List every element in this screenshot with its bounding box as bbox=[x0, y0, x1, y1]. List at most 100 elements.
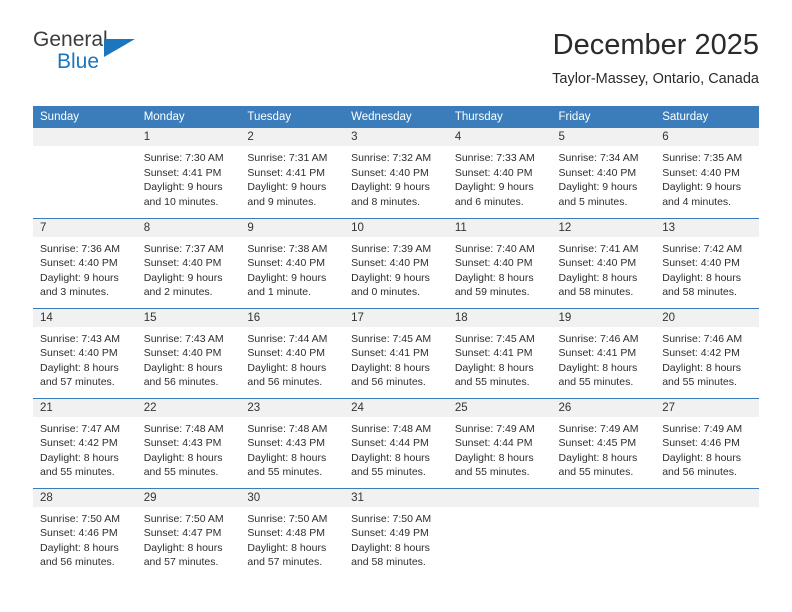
day-number: 24 bbox=[344, 398, 448, 417]
calendar-day-cell[interactable]: 21 Sunrise: 7:47 AM Sunset: 4:42 PM Dayligh… bbox=[33, 397, 137, 488]
calendar-day-cell[interactable]: 13 Sunrise: 7:42 AM Sunset: 4:40 PM Dayligh… bbox=[655, 217, 759, 308]
calendar-day-cell[interactable]: 5 Sunrise: 7:34 AM Sunset: 4:40 PM Daylight… bbox=[551, 128, 656, 218]
calendar-day-cell[interactable]: 30 Sunrise: 7:50 AM Sunset: 4:48 PM Dayligh… bbox=[240, 487, 345, 578]
calendar-cell-inner: 4 Sunrise: 7:33 AM Sunset: 4:40 PM Daylight… bbox=[447, 128, 552, 218]
day-detail-line: and 0 minutes. bbox=[351, 286, 420, 298]
day-detail-line: and 56 minutes. bbox=[351, 376, 426, 388]
calendar-day-cell[interactable]: 7 Sunrise: 7:36 AM Sunset: 4:40 PM Daylight… bbox=[33, 217, 137, 308]
calendar-cell-empty bbox=[447, 487, 552, 578]
day-detail-line: Sunset: 4:46 PM bbox=[662, 437, 740, 449]
page-header: General Blue December 2025 Taylor-Massey… bbox=[33, 28, 759, 98]
logo-text-general: General bbox=[33, 28, 108, 51]
calendar-day-cell[interactable]: 18 Sunrise: 7:45 AM Sunset: 4:41 PM Dayligh… bbox=[447, 307, 552, 398]
calendar-day-cell[interactable]: 23 Sunrise: 7:48 AM Sunset: 4:43 PM Dayligh… bbox=[240, 397, 345, 488]
calendar-day-cell[interactable]: 20 Sunrise: 7:46 AM Sunset: 4:42 PM Dayligh… bbox=[655, 307, 759, 398]
day-number: 11 bbox=[447, 218, 552, 237]
calendar-cell-empty bbox=[655, 487, 759, 578]
day-number: 31 bbox=[344, 488, 448, 507]
day-number: 9 bbox=[240, 218, 345, 237]
day-detail-line: Sunset: 4:47 PM bbox=[143, 527, 222, 539]
day-details: Sunrise: 7:47 AM Sunset: 4:42 PM Daylight:… bbox=[33, 417, 137, 480]
day-detail-line: Daylight: 9 hours bbox=[247, 181, 327, 193]
day-number: 14 bbox=[33, 308, 137, 327]
day-detail-line: Sunrise: 7:47 AM bbox=[40, 422, 120, 435]
day-details: Sunrise: 7:36 AM Sunset: 4:40 PM Daylight:… bbox=[33, 237, 137, 300]
logo-text-blue: Blue bbox=[57, 50, 100, 73]
day-detail-line: Sunrise: 7:36 AM bbox=[40, 242, 120, 255]
triangle-flag-icon bbox=[104, 39, 135, 57]
calendar-cell-inner: 29 Sunrise: 7:50 AM Sunset: 4:47 PM Dayligh… bbox=[136, 488, 241, 579]
calendar-day-cell[interactable]: 11 Sunrise: 7:40 AM Sunset: 4:40 PM Dayligh… bbox=[447, 217, 552, 308]
day-details: Sunrise: 7:30 AM Sunset: 4:41 PM Daylight:… bbox=[137, 146, 241, 209]
calendar-day-cell[interactable]: 31 Sunrise: 7:50 AM Sunset: 4:49 PM Dayligh… bbox=[344, 487, 448, 579]
day-detail-line: and 57 minutes. bbox=[247, 556, 323, 568]
calendar-cell-inner: 17 Sunrise: 7:45 AM Sunset: 4:41 PM Dayligh… bbox=[344, 308, 448, 398]
day-detail-line: Sunset: 4:40 PM bbox=[662, 257, 740, 269]
calendar-day-cell[interactable]: 17 Sunrise: 7:45 AM Sunset: 4:41 PM Dayligh… bbox=[344, 307, 448, 398]
day-number: 22 bbox=[136, 398, 241, 417]
day-detail-line: and 5 minutes. bbox=[558, 195, 628, 208]
location-subtitle: Taylor-Massey, Ontario, Canada bbox=[552, 71, 759, 87]
day-detail-line: Sunrise: 7:48 AM bbox=[351, 422, 432, 435]
day-detail-line: Sunset: 4:40 PM bbox=[40, 257, 118, 269]
day-detail-line: Sunset: 4:40 PM bbox=[454, 257, 533, 269]
calendar-week-row: 1 Sunrise: 7:30 AM Sunset: 4:41 PM Daylight… bbox=[33, 128, 759, 218]
day-detail-line: Sunset: 4:46 PM bbox=[40, 527, 118, 539]
day-detail-line: and 55 minutes. bbox=[351, 466, 426, 478]
day-detail-line: Daylight: 8 hours bbox=[143, 541, 223, 554]
day-detail-line: and 56 minutes. bbox=[662, 466, 737, 478]
calendar-cell-inner: 16 Sunrise: 7:44 AM Sunset: 4:40 PM Dayligh… bbox=[240, 308, 345, 398]
day-detail-line: Daylight: 8 hours bbox=[247, 361, 327, 374]
day-number: 1 bbox=[136, 128, 241, 146]
day-detail-line: Sunset: 4:40 PM bbox=[558, 257, 637, 269]
calendar-day-cell[interactable]: 9 Sunrise: 7:38 AM Sunset: 4:40 PM Daylight… bbox=[240, 217, 345, 308]
calendar-day-cell[interactable]: 25 Sunrise: 7:49 AM Sunset: 4:44 PM Dayligh… bbox=[447, 397, 552, 488]
day-detail-line: Sunset: 4:41 PM bbox=[558, 347, 637, 359]
day-number: 3 bbox=[344, 128, 448, 146]
calendar-cell-inner: 31 Sunrise: 7:50 AM Sunset: 4:49 PM Dayligh… bbox=[344, 488, 448, 579]
calendar-day-cell[interactable]: 3 Sunrise: 7:32 AM Sunset: 4:40 PM Daylight… bbox=[344, 128, 448, 218]
calendar-day-cell[interactable]: 10 Sunrise: 7:39 AM Sunset: 4:40 PM Dayligh… bbox=[344, 217, 448, 308]
calendar-day-cell[interactable]: 29 Sunrise: 7:50 AM Sunset: 4:47 PM Dayligh… bbox=[136, 487, 241, 579]
calendar-day-cell[interactable]: 4 Sunrise: 7:33 AM Sunset: 4:40 PM Daylight… bbox=[447, 128, 552, 218]
calendar-cell-inner: 26 Sunrise: 7:49 AM Sunset: 4:45 PM Dayligh… bbox=[551, 398, 656, 488]
day-detail-line: Daylight: 8 hours bbox=[454, 451, 534, 464]
day-detail-line: Daylight: 8 hours bbox=[143, 361, 223, 374]
day-detail-line: and 58 minutes. bbox=[662, 286, 737, 298]
day-detail-line: and 56 minutes. bbox=[40, 556, 115, 568]
calendar-day-cell[interactable]: 12 Sunrise: 7:41 AM Sunset: 4:40 PM Dayligh… bbox=[551, 217, 656, 308]
day-number: 17 bbox=[344, 308, 448, 327]
day-detail-line: Sunrise: 7:50 AM bbox=[247, 512, 328, 525]
day-detail-line: Sunset: 4:41 PM bbox=[351, 347, 429, 359]
day-details: Sunrise: 7:49 AM Sunset: 4:45 PM Daylight:… bbox=[552, 417, 656, 480]
day-details: Sunrise: 7:46 AM Sunset: 4:41 PM Daylight:… bbox=[552, 327, 656, 390]
day-detail-line: Sunrise: 7:48 AM bbox=[247, 422, 328, 435]
day-detail-line: Sunrise: 7:49 AM bbox=[558, 422, 639, 435]
day-number: 21 bbox=[33, 398, 137, 417]
day-details: Sunrise: 7:37 AM Sunset: 4:40 PM Daylight:… bbox=[137, 237, 241, 300]
calendar-day-cell[interactable]: 8 Sunrise: 7:37 AM Sunset: 4:40 PM Daylight… bbox=[136, 217, 241, 308]
calendar-day-cell[interactable]: 14 Sunrise: 7:43 AM Sunset: 4:40 PM Dayligh… bbox=[33, 307, 137, 398]
calendar-day-cell[interactable]: 24 Sunrise: 7:48 AM Sunset: 4:44 PM Dayligh… bbox=[344, 397, 448, 488]
day-number: 8 bbox=[136, 218, 241, 237]
day-details: Sunrise: 7:50 AM Sunset: 4:46 PM Daylight:… bbox=[33, 507, 137, 570]
calendar-day-cell[interactable]: 16 Sunrise: 7:44 AM Sunset: 4:40 PM Dayligh… bbox=[240, 307, 345, 398]
day-details: Sunrise: 7:34 AM Sunset: 4:40 PM Daylight:… bbox=[552, 146, 656, 209]
day-detail-line: Sunset: 4:40 PM bbox=[662, 166, 740, 179]
calendar-day-cell[interactable]: 26 Sunrise: 7:49 AM Sunset: 4:45 PM Dayligh… bbox=[551, 397, 656, 488]
day-detail-line: Sunrise: 7:49 AM bbox=[454, 422, 535, 435]
calendar-day-cell[interactable]: 27 Sunrise: 7:49 AM Sunset: 4:46 PM Dayligh… bbox=[655, 397, 759, 488]
day-number bbox=[447, 488, 552, 507]
calendar-day-cell[interactable]: 2 Sunrise: 7:31 AM Sunset: 4:41 PM Daylight… bbox=[240, 128, 345, 218]
calendar-day-cell[interactable]: 15 Sunrise: 7:43 AM Sunset: 4:40 PM Dayligh… bbox=[136, 307, 241, 398]
calendar-day-cell[interactable]: 22 Sunrise: 7:48 AM Sunset: 4:43 PM Dayligh… bbox=[136, 397, 241, 488]
calendar-cell-inner: 6 Sunrise: 7:35 AM Sunset: 4:40 PM Daylight… bbox=[655, 128, 759, 218]
calendar-day-cell[interactable]: 6 Sunrise: 7:35 AM Sunset: 4:40 PM Daylight… bbox=[655, 128, 759, 218]
calendar-day-cell[interactable]: 1 Sunrise: 7:30 AM Sunset: 4:41 PM Daylight… bbox=[136, 128, 241, 218]
day-detail-line: Daylight: 8 hours bbox=[40, 541, 119, 554]
day-details: Sunrise: 7:44 AM Sunset: 4:40 PM Daylight:… bbox=[240, 327, 344, 390]
day-detail-line: Sunset: 4:41 PM bbox=[454, 347, 533, 359]
day-detail-line: Sunset: 4:40 PM bbox=[247, 347, 326, 359]
calendar-day-cell[interactable]: 19 Sunrise: 7:46 AM Sunset: 4:41 PM Dayligh… bbox=[551, 307, 656, 398]
calendar-day-cell[interactable]: 28 Sunrise: 7:50 AM Sunset: 4:46 PM Dayligh… bbox=[33, 487, 137, 578]
